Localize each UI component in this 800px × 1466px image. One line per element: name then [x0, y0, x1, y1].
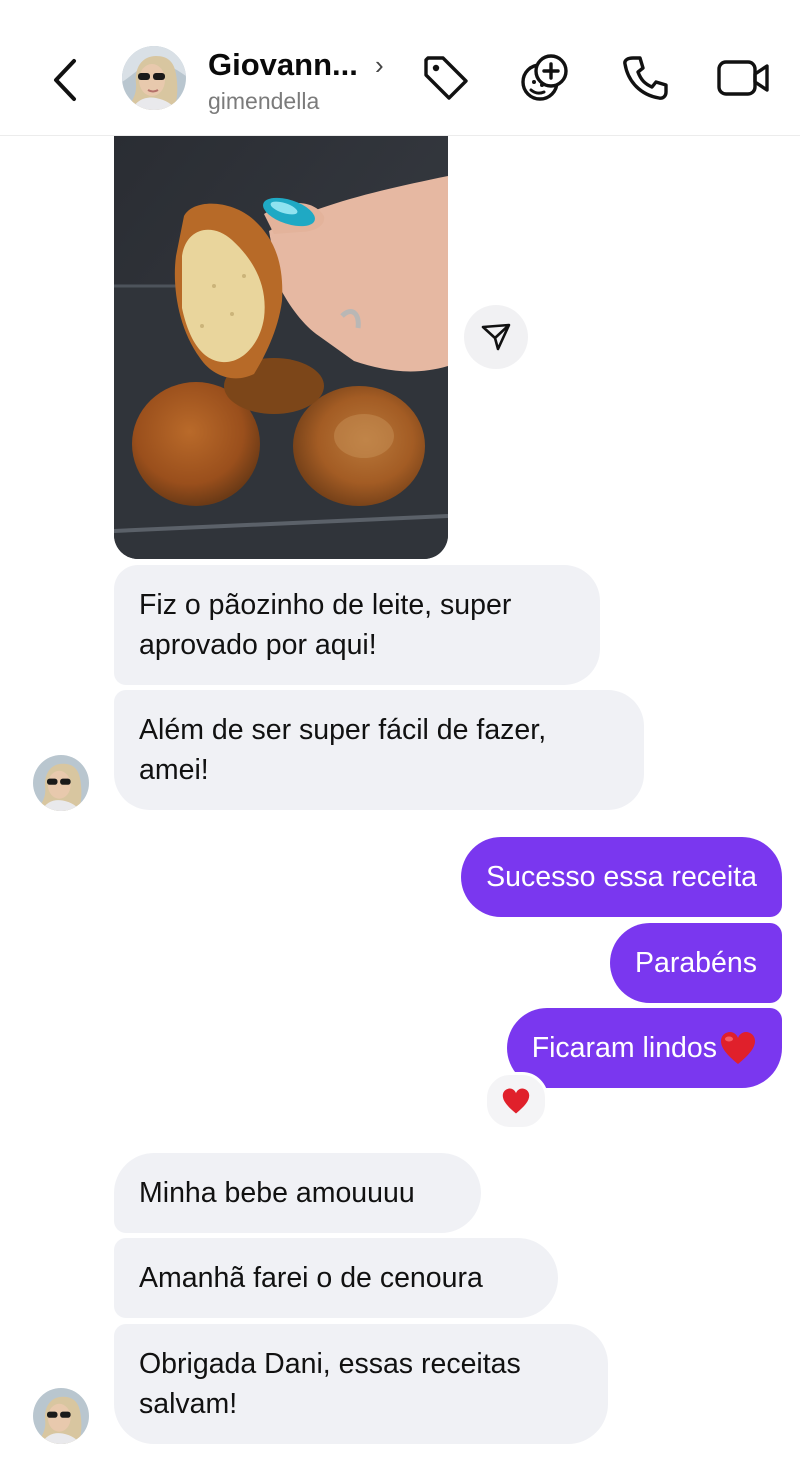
sender-avatar[interactable] — [33, 755, 89, 811]
heart-icon — [502, 1088, 530, 1114]
received-message[interactable]: Amanhã farei o de cenoura — [114, 1238, 558, 1318]
back-icon — [54, 59, 76, 101]
received-message[interactable]: Obrigada Dani, essas receitas salvam! — [114, 1324, 608, 1444]
share-button[interactable] — [464, 305, 528, 369]
received-message[interactable]: Fiz o pãozinho de leite, super aprovado … — [114, 565, 600, 685]
chat-header: Giovann... › gimendella — [0, 0, 800, 136]
back-button[interactable] — [40, 52, 90, 108]
heart-reaction[interactable] — [484, 1072, 548, 1130]
video-call-button[interactable] — [715, 50, 771, 106]
call-button[interactable] — [617, 50, 673, 106]
effects-button[interactable] — [518, 50, 574, 106]
received-message[interactable]: Minha bebe amouuuu — [114, 1153, 481, 1233]
sender-avatar[interactable] — [33, 1388, 89, 1444]
sent-message[interactable]: Sucesso essa receita — [461, 837, 782, 917]
effects-icon — [521, 54, 568, 101]
send-icon — [481, 323, 511, 351]
received-message[interactable]: Além de ser super fácil de fazer, amei! — [114, 690, 644, 810]
photo-message[interactable] — [114, 136, 448, 559]
video-icon — [717, 60, 769, 96]
sent-message[interactable]: Ficaram lindos — [506, 1008, 782, 1088]
sent-message[interactable]: Parabéns — [609, 923, 782, 1003]
sent-message-text: Ficaram lindos — [531, 1032, 717, 1064]
tag-icon — [424, 56, 468, 100]
heart-emoji-icon — [721, 1032, 755, 1064]
contact-name[interactable]: Giovann... — [208, 47, 358, 83]
contact-avatar[interactable] — [122, 46, 186, 110]
contact-handle: gimendella — [208, 88, 320, 114]
phone-icon — [623, 56, 668, 100]
chevron-right-icon[interactable]: › — [375, 50, 384, 81]
tag-button[interactable] — [418, 50, 474, 106]
